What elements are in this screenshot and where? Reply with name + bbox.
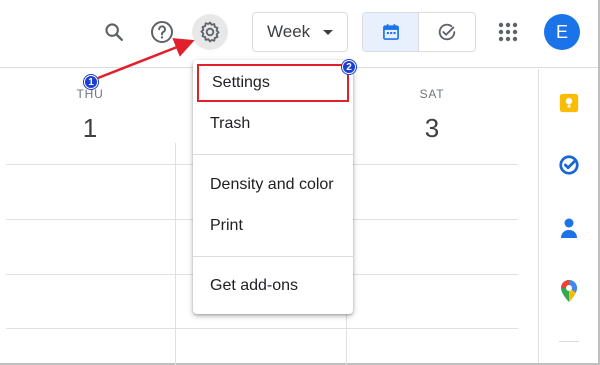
step-number: 1 — [88, 76, 94, 88]
annotation-arrow — [97, 38, 195, 80]
calendar-window: Week E THU 1 SAT 3 Settings Trash Densit… — [0, 0, 600, 365]
step-badge-1: 1 — [84, 75, 98, 89]
step-number: 2 — [346, 61, 352, 73]
step-badge-2: 2 — [342, 60, 356, 74]
